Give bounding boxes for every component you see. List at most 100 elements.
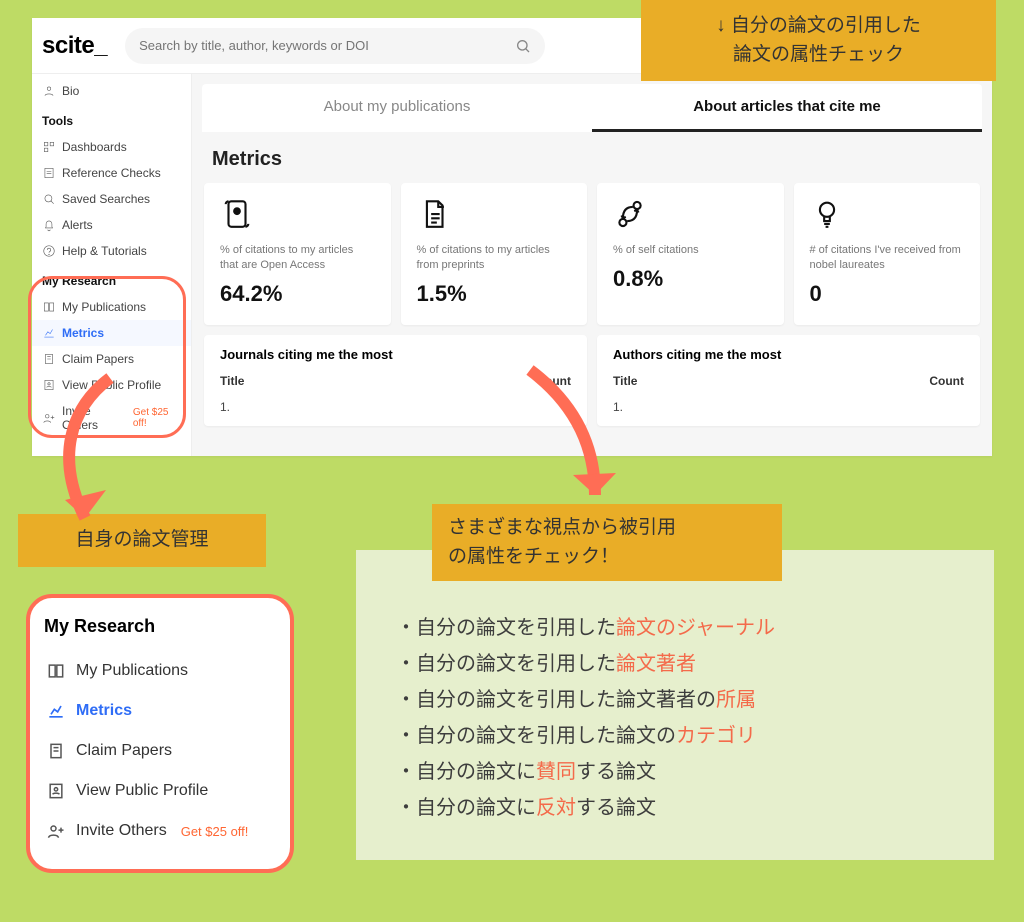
enlarged-item-label: Invite Others bbox=[76, 822, 167, 840]
sidebar-item-label: Reference Checks bbox=[62, 166, 161, 180]
invite-icon bbox=[42, 411, 56, 425]
bell-icon bbox=[42, 218, 56, 232]
sidebar-item-label: Alerts bbox=[62, 218, 93, 232]
sidebar-section-tools: Tools bbox=[32, 104, 191, 134]
sidebar-item-my-publications[interactable]: My Publications bbox=[32, 294, 191, 320]
metric-cards: % of citations to my articles that are O… bbox=[204, 183, 980, 325]
book-icon bbox=[46, 661, 66, 681]
metric-value: 0 bbox=[810, 281, 965, 307]
metric-card-open-access: % of citations to my articles that are O… bbox=[204, 183, 391, 325]
invite-icon bbox=[46, 821, 66, 841]
tables-row: Journals citing me the most Title Count … bbox=[204, 335, 980, 426]
enlarged-item-label: My Publications bbox=[76, 662, 188, 680]
enlarged-item-publications[interactable]: My Publications bbox=[44, 651, 276, 691]
tab-about-articles-cite-me[interactable]: About articles that cite me bbox=[592, 84, 982, 132]
table-row: 1. bbox=[613, 400, 964, 414]
col-count: Count bbox=[536, 374, 571, 388]
papers-icon bbox=[46, 741, 66, 761]
sidebar: Bio Tools Dashboards Reference Checks Sa… bbox=[32, 74, 192, 456]
enlarged-item-label: View Public Profile bbox=[76, 782, 208, 800]
annotation-mid: さまざまな視点から被引用 の属性をチェック！ bbox=[432, 504, 782, 581]
metric-label: % of citations to my articles from prepr… bbox=[417, 243, 572, 273]
tab-about-my-publications[interactable]: About my publications bbox=[202, 84, 592, 132]
sidebar-item-invite[interactable]: Invite Others Get $25 off! bbox=[32, 398, 191, 438]
profile-icon bbox=[42, 378, 56, 392]
metric-value: 64.2% bbox=[220, 281, 375, 307]
sidebar-item-label: Dashboards bbox=[62, 140, 127, 154]
sidebar-item-label: Help & Tutorials bbox=[62, 244, 147, 258]
dashboard-icon bbox=[42, 140, 56, 154]
enlarged-item-label: Claim Papers bbox=[76, 742, 172, 760]
sidebar-item-claim-papers[interactable]: Claim Papers bbox=[32, 346, 191, 372]
profile-icon bbox=[46, 781, 66, 801]
sidebar-item-bio[interactable]: Bio bbox=[32, 78, 191, 104]
app-body: Bio Tools Dashboards Reference Checks Sa… bbox=[32, 74, 992, 456]
person-icon bbox=[42, 84, 56, 98]
document-icon bbox=[417, 197, 451, 231]
col-title: Title bbox=[220, 374, 244, 388]
metric-card-self-citations: % of self citations 0.8% bbox=[597, 183, 784, 325]
bullet-line: ・自分の論文を引用した論文のジャーナル bbox=[396, 610, 954, 646]
table-row: 1. bbox=[220, 400, 571, 414]
table-header: Title Count bbox=[220, 374, 571, 388]
col-count: Count bbox=[929, 374, 964, 388]
enlarged-item-invite[interactable]: Invite Others Get $25 off! bbox=[44, 811, 276, 851]
annotation-left: 自身の論文管理 bbox=[18, 514, 266, 567]
sidebar-item-help[interactable]: Help & Tutorials bbox=[32, 238, 191, 264]
sidebar-item-label: Invite Others bbox=[62, 404, 125, 432]
table-header: Title Count bbox=[613, 374, 964, 388]
sidebar-item-alerts[interactable]: Alerts bbox=[32, 212, 191, 238]
metric-label: % of citations to my articles that are O… bbox=[220, 243, 375, 273]
brand-logo[interactable]: scite bbox=[42, 32, 107, 60]
search-bar[interactable] bbox=[125, 28, 545, 64]
help-icon bbox=[42, 244, 56, 258]
metric-card-preprints: % of citations to my articles from prepr… bbox=[401, 183, 588, 325]
invite-promo-label: Get $25 off! bbox=[133, 407, 181, 429]
book-icon bbox=[42, 300, 56, 314]
bullet-line: ・自分の論文に賛同する論文 bbox=[396, 754, 954, 790]
card-authors-citing: Authors citing me the most Title Count 1… bbox=[597, 335, 980, 426]
bullet-panel: ・自分の論文を引用した論文のジャーナル ・自分の論文を引用した論文著者 ・自分の… bbox=[356, 550, 994, 860]
card-journals-citing: Journals citing me the most Title Count … bbox=[204, 335, 587, 426]
sidebar-item-dashboards[interactable]: Dashboards bbox=[32, 134, 191, 160]
papers-icon bbox=[42, 352, 56, 366]
app-window: scite Bio Tools Dashboards Reference Che… bbox=[32, 18, 992, 456]
sidebar-item-reference-checks[interactable]: Reference Checks bbox=[32, 160, 191, 186]
enlarged-item-metrics[interactable]: Metrics bbox=[44, 691, 276, 731]
checklist-icon bbox=[42, 166, 56, 180]
table-title: Journals citing me the most bbox=[220, 347, 571, 362]
annotation-top: ↓ 自分の論文の引用した 論文の属性チェック bbox=[641, 0, 996, 81]
main-panel: About my publications About articles tha… bbox=[192, 74, 992, 456]
enlarged-item-label: Metrics bbox=[76, 702, 132, 720]
enlarged-item-claim[interactable]: Claim Papers bbox=[44, 731, 276, 771]
sidebar-item-label: Claim Papers bbox=[62, 352, 134, 366]
metric-card-nobel: # of citations I've received from nobel … bbox=[794, 183, 981, 325]
scroll-icon bbox=[220, 197, 254, 231]
search-small-icon bbox=[42, 192, 56, 206]
sidebar-item-metrics[interactable]: Metrics bbox=[32, 320, 191, 346]
bullet-line: ・自分の論文を引用した論文著者の所属 bbox=[396, 682, 954, 718]
sidebar-item-public-profile[interactable]: View Public Profile bbox=[32, 372, 191, 398]
metric-value: 0.8% bbox=[613, 266, 768, 292]
metrics-tabs: About my publications About articles tha… bbox=[202, 84, 982, 132]
metrics-heading: Metrics bbox=[212, 148, 972, 171]
search-input[interactable] bbox=[139, 38, 515, 53]
metric-label: % of self citations bbox=[613, 243, 768, 258]
enlarged-item-profile[interactable]: View Public Profile bbox=[44, 771, 276, 811]
sidebar-section-research: My Research bbox=[32, 264, 191, 294]
sidebar-item-label: View Public Profile bbox=[62, 378, 161, 392]
cycle-users-icon bbox=[613, 197, 647, 231]
sidebar-item-saved-searches[interactable]: Saved Searches bbox=[32, 186, 191, 212]
search-icon bbox=[515, 38, 531, 54]
lightbulb-icon bbox=[810, 197, 844, 231]
bullet-line: ・自分の論文を引用した論文のカテゴリ bbox=[396, 718, 954, 754]
enlarged-promo-label: Get $25 off! bbox=[181, 824, 249, 839]
sidebar-item-label: Saved Searches bbox=[62, 192, 150, 206]
metric-value: 1.5% bbox=[417, 281, 572, 307]
enlarged-sidebar: My Research My Publications Metrics Clai… bbox=[26, 594, 294, 873]
sidebar-item-label: Bio bbox=[62, 84, 79, 98]
sidebar-item-label: My Publications bbox=[62, 300, 146, 314]
chart-icon bbox=[46, 701, 66, 721]
chart-icon bbox=[42, 326, 56, 340]
sidebar-item-label: Metrics bbox=[62, 326, 104, 340]
